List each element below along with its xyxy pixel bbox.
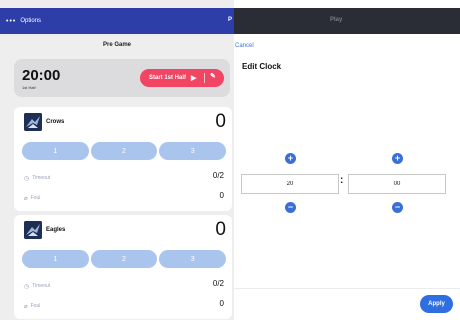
period-selector: 1 2 3 [22, 250, 227, 268]
team-score[interactable]: 0 [215, 219, 226, 241]
team-card-eagles: Eagles 0 1 2 3 ◷ Timeout 0/2 ⌀ Foul 0 [14, 215, 232, 319]
timeout-count: 0/2 [212, 279, 224, 288]
game-status-header: Pre Game [102, 42, 132, 48]
start-half-button[interactable]: Start 1st Half ▶ ✎ [140, 69, 224, 87]
timeout-button[interactable]: ◷ Timeout [24, 281, 50, 291]
foul-label: Foul [30, 195, 41, 201]
period-selector: 1 2 3 [22, 142, 227, 160]
increment-minutes-icon[interactable]: + [285, 153, 296, 164]
clock-time: 20:00 [22, 67, 61, 84]
foul-count: 0 [219, 191, 224, 200]
button-separator [204, 73, 205, 83]
decrement-seconds-icon[interactable]: − [392, 202, 403, 213]
dark-top-bar: Play [234, 8, 460, 34]
period-button-2[interactable]: 2 [90, 142, 158, 160]
options-top-bar: ••• Options P [0, 8, 234, 34]
game-options-panel: ••• Options P Pre Game 20:00 1st Half St… [0, 0, 234, 320]
play-icon: ▶ [191, 75, 197, 82]
options-title[interactable]: Options [20, 18, 41, 24]
clock-period-label: 1st Half [22, 85, 36, 90]
team-logo-eagles [24, 221, 42, 239]
whistle-icon: ⌀ [24, 195, 28, 202]
increment-seconds-icon[interactable]: + [392, 153, 403, 164]
foul-button[interactable]: ⌀ Foul [24, 301, 40, 311]
foul-count: 0 [219, 299, 224, 308]
seconds-input[interactable] [348, 174, 446, 194]
whistle-icon: ⌀ [24, 303, 28, 310]
period-button-3[interactable]: 3 [159, 142, 227, 160]
timeout-label: Timeout [32, 283, 51, 289]
game-clock-bar: 20:00 1st Half Start 1st Half ▶ ✎ [14, 59, 230, 97]
period-button-1[interactable]: 1 [22, 250, 89, 268]
minutes-input[interactable] [241, 174, 339, 194]
period-button-3[interactable]: 3 [159, 250, 227, 268]
period-button-1[interactable]: 1 [22, 142, 89, 160]
page-title: Edit Clock [242, 62, 282, 71]
cancel-button[interactable]: Cancel [235, 43, 254, 49]
timeout-label: Timeout [32, 175, 51, 181]
clock-icon: ◷ [24, 283, 30, 290]
team-logo-crows [24, 113, 42, 131]
foul-label: Foul [30, 303, 41, 309]
team-name: Crows [46, 119, 65, 125]
brand-logo: Play [330, 17, 343, 23]
timeout-count: 0/2 [212, 171, 224, 180]
period-button-2[interactable]: 2 [90, 250, 158, 268]
edit-clock-icon[interactable]: ✎ [210, 72, 216, 80]
foul-button[interactable]: ⌀ Foul [24, 193, 40, 203]
time-separator: : [340, 175, 344, 186]
topbar-right-glyph: P [227, 17, 232, 23]
clock-icon: ◷ [24, 175, 30, 182]
team-name: Eagles [46, 227, 66, 233]
timeout-button[interactable]: ◷ Timeout [24, 173, 50, 183]
team-score[interactable]: 0 [215, 111, 226, 133]
apply-button[interactable]: Apply [420, 295, 453, 313]
menu-dots-icon[interactable]: ••• [6, 18, 16, 25]
start-half-label: Start 1st Half [149, 75, 187, 81]
team-card-crows: Crows 0 1 2 3 ◷ Timeout 0/2 ⌀ Foul 0 [14, 107, 232, 211]
decrement-minutes-icon[interactable]: − [285, 202, 296, 213]
footer-divider [234, 288, 460, 289]
edit-clock-panel: Play Cancel Edit Clock + + : − − Apply [234, 0, 460, 320]
